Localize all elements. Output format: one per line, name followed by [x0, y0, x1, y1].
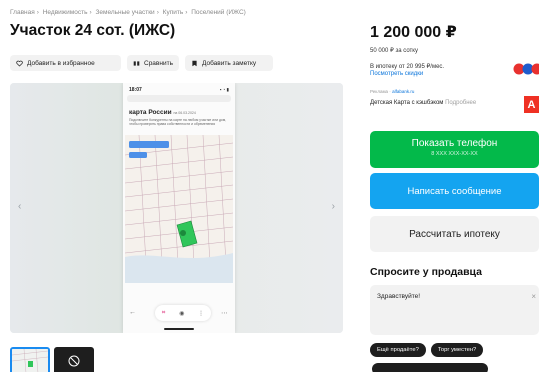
bank-logos-icon: [513, 63, 539, 75]
add-note-label: Добавить заметку: [202, 59, 257, 67]
note-icon: [192, 60, 197, 66]
page-title: Участок 24 сот. (ИЖС): [10, 22, 176, 39]
thumbnail-map-icon: [12, 349, 48, 372]
calculate-mortgage-button[interactable]: Рассчитать ипотеку: [370, 216, 539, 252]
price-per-sotka: 50 000 ₽ за сотку: [370, 48, 418, 54]
compare-button[interactable]: Сравнить: [127, 55, 179, 71]
seller-message-input[interactable]: Здравствуйте! ×: [370, 285, 539, 335]
photo-gallery[interactable]: ‹ › 18:07 ▪ ◔ ▮ карта России на 06.03.20…: [10, 83, 343, 333]
breadcrumb-item-home[interactable]: Главная: [10, 9, 35, 16]
phone-map-title: карта России на 06.03.2024: [129, 109, 196, 116]
phone-signal-icon: ▪ ◔ ▮: [219, 87, 229, 92]
quick-reply-chip[interactable]: Ещё продаёте?: [370, 343, 426, 357]
phone-home-indicator: [164, 328, 194, 330]
write-message-button[interactable]: Написать сообщение: [370, 173, 539, 209]
listing-photo-screenshot: 18:07 ▪ ◔ ▮ карта России на 06.03.2024 П…: [123, 83, 235, 333]
show-phone-label: Показать телефон: [411, 138, 498, 149]
breadcrumb-item-realty[interactable]: Недвижимость: [43, 9, 88, 16]
add-to-favorites-button[interactable]: Добавить в избранное: [10, 55, 121, 71]
phone-toolbar: ⌗ ◉ ⋮: [155, 305, 211, 321]
gallery-thumbnails: [10, 347, 94, 372]
gallery-prev-icon[interactable]: ‹: [18, 201, 21, 212]
breadcrumb: Главная › Недвижимость › Земельные участки…: [10, 9, 246, 16]
quick-reply-chip-partial[interactable]: [372, 363, 488, 372]
cadastral-map: [125, 135, 233, 283]
phone-masked: 8 XXX XXX-XX-XX: [431, 151, 478, 157]
phone-back-icon: ←: [129, 309, 136, 316]
ad-more-link: Подробнее: [445, 100, 477, 106]
price: 1 200 000 ₽: [370, 24, 457, 41]
crop-icon: ⌗: [161, 309, 166, 316]
thumbnail-1[interactable]: [10, 347, 50, 372]
view-discounts-link[interactable]: Посмотреть скидки: [370, 71, 423, 77]
add-to-favorites-label: Добавить в избранное: [27, 59, 95, 67]
compare-icon: [133, 60, 140, 66]
seller-message-text: Здравствуйте!: [377, 293, 421, 300]
ask-seller-title: Спросите у продавца: [370, 266, 482, 278]
breadcrumb-item-izhs[interactable]: Поселений (ИЖС): [191, 9, 246, 16]
show-phone-button[interactable]: Показать телефон 8 XXX XXX-XX-XX: [370, 131, 539, 168]
ad-card-text[interactable]: Детская Карта с кэшбэком Подробнее: [370, 100, 476, 106]
phone-time: 18:07: [129, 87, 142, 93]
phone-more-icon: ⋯: [221, 310, 228, 317]
phone-body-text: Подключите Конкуренты на карте на любом …: [129, 118, 227, 127]
ad-label: Реклама · alfabank.ru: [370, 89, 415, 94]
breadcrumb-item-land[interactable]: Земельные участки: [95, 9, 154, 16]
no-photo-icon: [68, 355, 80, 367]
quick-reply-chip[interactable]: Торг уместен?: [430, 343, 484, 357]
mortgage-monthly: В ипотеку от 20 995 ₽/мес.: [370, 64, 445, 70]
clear-icon[interactable]: ×: [531, 292, 536, 301]
breadcrumb-item-buy[interactable]: Купить: [163, 9, 184, 16]
gallery-next-icon[interactable]: ›: [332, 201, 335, 212]
thumbnail-2[interactable]: [54, 347, 94, 372]
compare-label: Сравнить: [144, 59, 173, 67]
listing-actions: Добавить в избранное Сравнить Добавить з…: [10, 55, 273, 71]
add-note-button[interactable]: Добавить заметку: [185, 55, 273, 71]
alfa-logo-icon[interactable]: А: [524, 96, 539, 113]
quick-replies: Ещё продаёте? Торг уместен?: [370, 343, 484, 357]
menu-icon: ⋮: [198, 310, 205, 317]
heart-icon: [16, 60, 23, 67]
camera-icon: ◉: [179, 310, 185, 317]
ad-site[interactable]: alfabank.ru: [392, 89, 414, 94]
phone-url-bar: [127, 95, 231, 102]
